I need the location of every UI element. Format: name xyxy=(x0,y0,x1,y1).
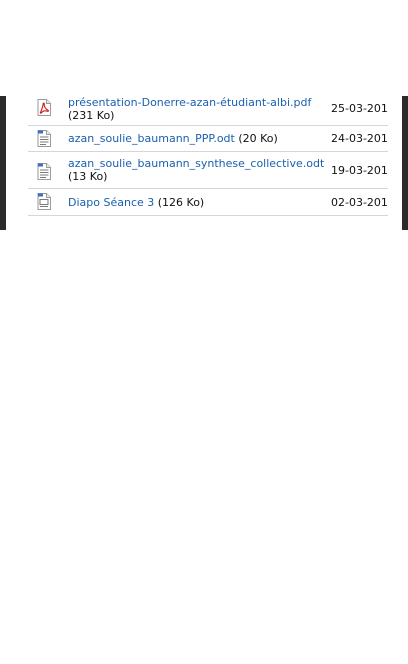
file-link[interactable]: présentation-Donerre-azan-étudiant-albi.… xyxy=(68,96,311,109)
file-info: présentation-Donerre-azan-étudiant-albi.… xyxy=(68,96,320,122)
file-date: 24-03-201 xyxy=(331,132,388,145)
file-link[interactable]: Diapo Séance 3 xyxy=(68,196,154,209)
file-row: azan_soulie_baumann_PPP.odt (20 Ko) 24-0… xyxy=(28,126,388,152)
attachments-panel: présentation-Donerre-azan-étudiant-albi.… xyxy=(0,96,408,230)
file-row: Diapo Séance 3 (126 Ko) 02-03-201 xyxy=(28,189,388,216)
file-link[interactable]: azan_soulie_baumann_synthese_collective.… xyxy=(68,157,324,170)
file-size: (231 Ko) xyxy=(68,109,115,122)
file-row: présentation-Donerre-azan-étudiant-albi.… xyxy=(28,96,388,126)
file-size: (126 Ko) xyxy=(157,196,205,209)
file-size: (20 Ko) xyxy=(238,132,278,145)
document-file-icon[interactable] xyxy=(37,130,51,147)
presentation-file-icon[interactable] xyxy=(37,193,51,210)
file-size: (13 Ko) xyxy=(68,170,108,183)
document-file-icon[interactable] xyxy=(37,163,51,180)
file-row: azan_soulie_baumann_synthese_collective.… xyxy=(28,152,388,189)
file-date: 25-03-201 xyxy=(331,102,388,115)
panel-right-border xyxy=(402,96,408,230)
pdf-file-icon[interactable] xyxy=(37,99,51,116)
file-info: Diapo Séance 3 (126 Ko) xyxy=(68,196,320,209)
file-date: 19-03-201 xyxy=(331,164,388,177)
file-link[interactable]: azan_soulie_baumann_PPP.odt xyxy=(68,132,235,145)
file-info: azan_soulie_baumann_synthese_collective.… xyxy=(68,157,324,183)
file-date: 02-03-201 xyxy=(331,196,388,209)
file-info: azan_soulie_baumann_PPP.odt (20 Ko) xyxy=(68,132,320,145)
panel-left-border xyxy=(0,96,6,230)
file-list: présentation-Donerre-azan-étudiant-albi.… xyxy=(28,96,388,216)
